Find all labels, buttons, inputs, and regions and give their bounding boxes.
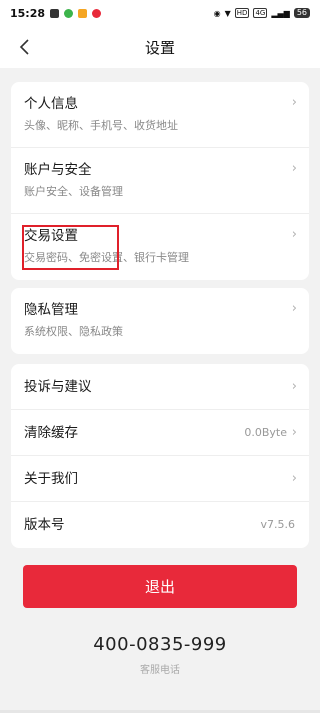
settings-row-transaction[interactable]: 交易设置 交易密码、免密设置、银行卡管理 › [11, 214, 309, 280]
row-subtitle: 头像、昵称、手机号、收货地址 [24, 119, 178, 132]
signal-icon: ▂▄▆ [271, 8, 290, 18]
chevron-right-icon: › [291, 471, 297, 486]
chevron-right-icon: › [291, 95, 297, 110]
page-title: 设置 [144, 38, 175, 57]
chevron-left-icon [19, 39, 29, 55]
chevron-right-icon: › [291, 301, 297, 316]
customer-service-phone[interactable]: 400-0835-999 [0, 634, 320, 655]
weibo-icon [92, 8, 102, 18]
location-icon: ◉ [213, 8, 221, 18]
version-value: v7.5.6 [260, 518, 296, 531]
settings-row-clear-cache[interactable]: 清除缓存 0.0Byte › [11, 410, 309, 456]
settings-row-about[interactable]: 关于我们 › [11, 456, 309, 502]
network-badge: 4G [253, 8, 268, 18]
settings-card-misc: 投诉与建议 › 清除缓存 0.0Byte › 关于我们 › 版本号 v7.5.6 [11, 364, 309, 548]
settings-card-privacy: 隐私管理 系统权限、隐私政策 › [11, 288, 309, 354]
back-button[interactable] [12, 34, 38, 60]
status-bar-right: ◉ ▼ HD 4G ▂▄▆ 56 [214, 8, 310, 18]
row-title: 关于我们 [24, 470, 78, 487]
row-subtitle: 账户安全、设备管理 [24, 185, 123, 198]
row-subtitle: 交易密码、免密设置、银行卡管理 [24, 251, 189, 264]
notification-icon [50, 8, 60, 18]
logout-button[interactable]: 退出 [23, 565, 297, 608]
settings-row-feedback[interactable]: 投诉与建议 › [11, 364, 309, 410]
customer-service-label: 客服电话 [140, 665, 180, 676]
chevron-right-icon: › [291, 379, 297, 394]
wifi-icon: ▼ [224, 8, 231, 18]
mail-icon [78, 8, 88, 18]
row-title: 隐私管理 [24, 302, 78, 318]
row-title: 交易设置 [24, 228, 78, 244]
chevron-right-icon: › [291, 227, 297, 242]
chevron-right-icon: › [291, 425, 297, 440]
row-title: 个人信息 [24, 96, 78, 112]
battery-indicator: 56 [293, 8, 310, 18]
status-time: 15:28 [10, 6, 46, 20]
status-bar: 15:28 ◉ ▼ HD 4G ▂▄▆ 56 [0, 0, 320, 26]
settings-row-personal-info[interactable]: 个人信息 头像、昵称、手机号、收货地址 › [11, 82, 309, 148]
row-title: 清除缓存 [24, 424, 78, 441]
settings-row-account-security[interactable]: 账户与安全 账户安全、设备管理 › [11, 148, 309, 214]
nav-bar: 设置 [0, 26, 320, 68]
wechat-icon [64, 8, 74, 18]
cache-size-value: 0.0Byte [244, 426, 287, 439]
status-bar-left: 15:28 [10, 6, 102, 20]
row-title: 账户与安全 [24, 162, 92, 178]
row-title: 投诉与建议 [24, 378, 92, 395]
row-subtitle: 系统权限、隐私政策 [24, 325, 123, 338]
chevron-right-icon: › [291, 161, 297, 176]
row-title: 版本号 [24, 517, 65, 533]
settings-row-privacy[interactable]: 隐私管理 系统权限、隐私政策 › [11, 288, 309, 354]
settings-row-version: 版本号 v7.5.6 [11, 502, 309, 548]
settings-card-account: 个人信息 头像、昵称、手机号、收货地址 › 账户与安全 账户安全、设备管理 › … [11, 82, 309, 280]
hd-icon: HD [234, 8, 250, 18]
